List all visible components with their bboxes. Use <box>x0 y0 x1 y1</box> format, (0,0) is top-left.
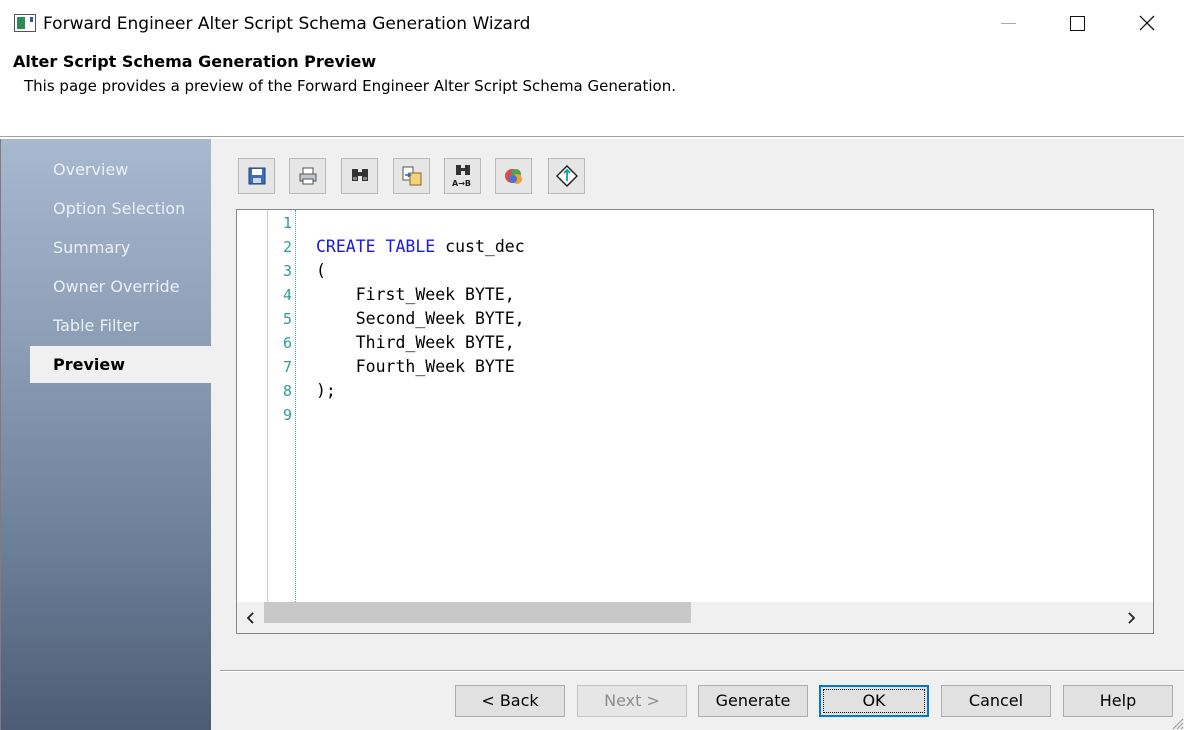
close-button[interactable] <box>1112 0 1181 46</box>
back-button[interactable]: < Back <box>455 685 565 717</box>
binoculars-icon <box>351 169 368 181</box>
sidebar-item-summary[interactable]: Summary <box>53 238 130 258</box>
line-number: 4 <box>282 286 292 304</box>
code-line: CREATE TABLE cust_dec <box>316 237 525 256</box>
code-line: Second_Week BYTE, <box>316 309 525 328</box>
copy-icon <box>402 166 421 186</box>
line-number: 6 <box>282 334 292 352</box>
replace-button[interactable]: A→B <box>444 158 481 194</box>
sidebar-item-overview[interactable]: Overview <box>53 160 128 180</box>
replace-icon: A→B <box>452 165 471 188</box>
goto-icon <box>555 165 578 187</box>
window-title: Forward Engineer Alter Script Schema Gen… <box>43 14 531 34</box>
line-number: 7 <box>282 358 292 376</box>
scrollbar-thumb[interactable] <box>264 602 691 623</box>
goto-button[interactable] <box>548 158 585 194</box>
maximize-icon <box>1070 15 1085 31</box>
sql-keyword: CREATE TABLE <box>316 237 436 256</box>
sidebar-item-owner-override[interactable]: Owner Override <box>53 277 180 297</box>
copy-button[interactable] <box>393 158 430 194</box>
title-bar: Forward Engineer Alter Script Schema Gen… <box>0 0 1184 46</box>
horizontal-scrollbar[interactable] <box>237 602 1153 633</box>
line-number: 3 <box>282 262 292 280</box>
wizard-header: Alter Script Schema Generation Preview T… <box>0 46 1184 138</box>
sidebar-item-preview[interactable]: Preview <box>30 346 212 383</box>
resize-grip-icon[interactable] <box>1170 716 1184 730</box>
wizard-sidebar: Overview Option Selection Summary Owner … <box>0 139 212 730</box>
line-number: 1 <box>282 214 292 232</box>
color-button[interactable] <box>495 158 532 194</box>
find-button[interactable] <box>341 158 378 194</box>
color-palette-icon <box>504 169 522 184</box>
code-line: Third_Week BYTE, <box>316 333 515 352</box>
chevron-left-icon <box>246 611 254 624</box>
line-number: 8 <box>282 382 292 400</box>
close-icon <box>1139 15 1154 31</box>
save-icon <box>248 167 265 185</box>
next-button[interactable]: Next > <box>577 685 687 717</box>
footer-divider <box>220 670 1184 672</box>
code-line: ( <box>316 261 326 280</box>
wizard-body: Overview Option Selection Summary Owner … <box>0 139 1184 730</box>
help-button[interactable]: Help <box>1063 685 1173 717</box>
code-line: ); <box>316 381 336 400</box>
app-icon <box>14 14 36 32</box>
save-button[interactable] <box>238 158 275 194</box>
editor-margin <box>237 210 268 602</box>
line-number: 5 <box>282 310 292 328</box>
header-divider <box>0 136 1184 138</box>
line-number: 2 <box>282 238 292 256</box>
cancel-button[interactable]: Cancel <box>941 685 1051 717</box>
line-numbers: 1 2 3 4 5 6 7 8 9 <box>268 210 296 602</box>
print-button[interactable] <box>289 158 326 194</box>
minimize-icon <box>1001 22 1016 24</box>
scroll-right-button[interactable] <box>1119 602 1143 633</box>
sidebar-item-option-selection[interactable]: Option Selection <box>53 199 185 219</box>
svg-text:A→B: A→B <box>452 179 471 188</box>
page-description: This page provides a preview of the Forw… <box>24 77 676 95</box>
line-number: 9 <box>282 406 292 424</box>
script-preview-editor[interactable]: 1 2 3 4 5 6 7 8 9 CREATE TABLE cust_dec … <box>236 209 1154 634</box>
minimize-button[interactable] <box>974 0 1043 46</box>
generate-button[interactable]: Generate <box>698 685 808 717</box>
chevron-right-icon <box>1128 611 1136 624</box>
focus-rect <box>823 689 925 713</box>
code-line: First_Week BYTE, <box>316 285 515 304</box>
sidebar-item-table-filter[interactable]: Table Filter <box>53 316 139 336</box>
print-icon <box>299 167 316 185</box>
maximize-button[interactable] <box>1043 0 1112 46</box>
scroll-left-button[interactable] <box>239 602 263 633</box>
sidebar-item-label: Preview <box>53 355 126 374</box>
ok-button[interactable]: OK <box>819 685 929 717</box>
code-line: Fourth_Week BYTE <box>316 357 515 376</box>
page-title: Alter Script Schema Generation Preview <box>13 52 377 71</box>
